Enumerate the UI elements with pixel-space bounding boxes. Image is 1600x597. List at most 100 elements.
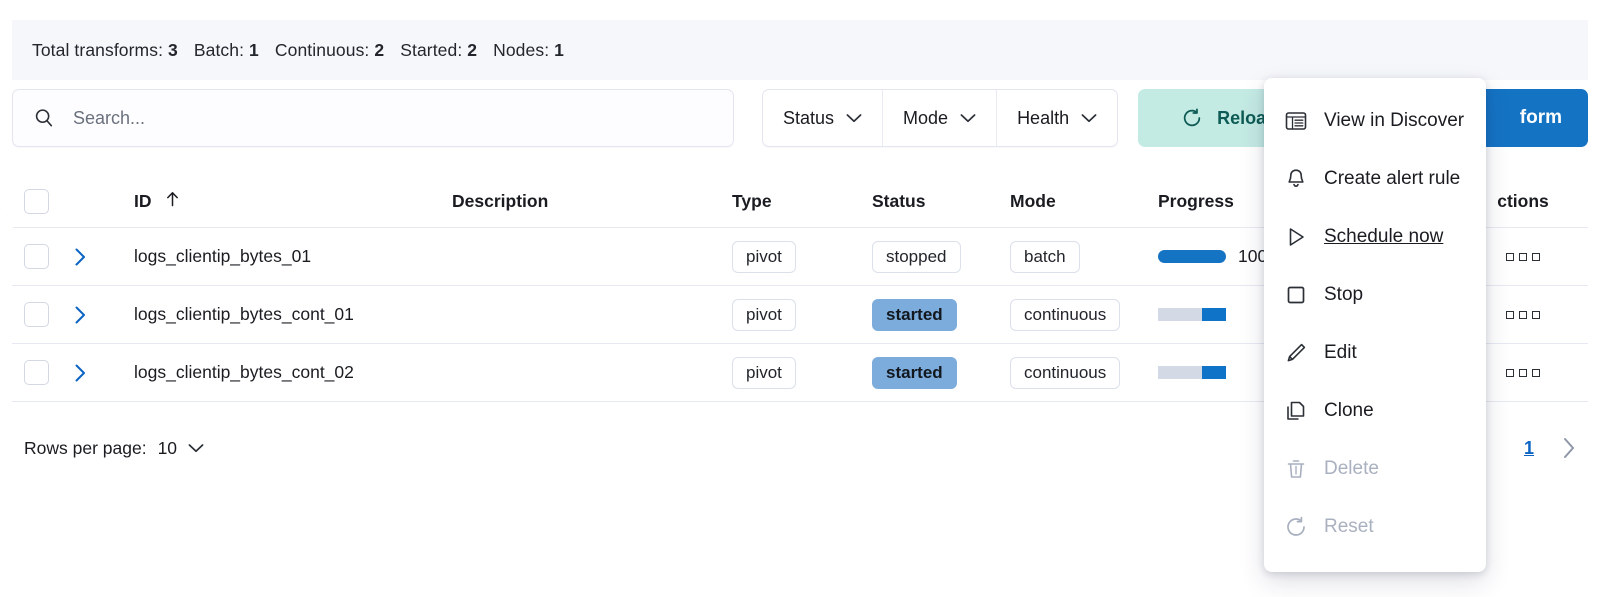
menu-item-edit[interactable]: Edit <box>1264 324 1486 382</box>
stat-label: Continuous: <box>275 40 370 60</box>
refresh-icon <box>1181 107 1203 129</box>
stat-total-transforms: Total transforms: 3 <box>32 40 178 61</box>
menu-item-view-in-discover[interactable]: View in Discover <box>1264 92 1486 150</box>
status-badge: started <box>872 357 957 389</box>
column-header-mode[interactable]: Mode <box>1010 191 1158 212</box>
row-actions-menu-icon[interactable] <box>1506 253 1540 261</box>
stat-value: 3 <box>168 40 178 60</box>
menu-item-schedule-now[interactable]: Schedule now <box>1264 208 1486 266</box>
sort-ascending-icon <box>165 191 180 207</box>
menu-item-stop[interactable]: Stop <box>1264 266 1486 324</box>
row-status-cell: stopped <box>872 241 1010 273</box>
stat-nodes: Nodes: 1 <box>493 40 564 61</box>
row-actions-menu-icon[interactable] <box>1506 311 1540 319</box>
row-expand-cell[interactable] <box>72 246 134 268</box>
menu-item-reset: Reset <box>1264 498 1486 556</box>
play-icon <box>1284 225 1308 249</box>
row-checkbox[interactable] <box>24 302 49 327</box>
mode-badge: batch <box>1010 241 1080 273</box>
search-box[interactable] <box>12 89 734 147</box>
progress-bar <box>1158 250 1226 263</box>
transform-stats-bar: Total transforms: 3 Batch: 1 Continuous:… <box>12 20 1588 80</box>
copy-icon <box>1284 399 1308 423</box>
stop-icon <box>1284 283 1308 307</box>
filter-status-button[interactable]: Status <box>763 90 883 146</box>
chevron-right-icon <box>72 362 89 384</box>
row-checkbox[interactable] <box>24 360 49 385</box>
filter-health-button[interactable]: Health <box>997 90 1117 146</box>
row-expand-cell[interactable] <box>72 304 134 326</box>
row-id: logs_clientip_bytes_cont_02 <box>134 362 452 383</box>
chevron-down-icon <box>846 113 862 123</box>
menu-item-label: Delete <box>1324 458 1379 480</box>
trash-icon <box>1284 457 1308 481</box>
row-select-cell <box>12 302 72 327</box>
row-status-cell: started <box>872 357 1010 389</box>
mode-badge: continuous <box>1010 357 1120 389</box>
type-badge: pivot <box>732 299 796 331</box>
row-actions-popover: View in Discover Create alert rule Sched… <box>1264 78 1486 572</box>
filter-mode-label: Mode <box>903 108 948 129</box>
select-all-cell <box>12 189 72 214</box>
stat-label: Batch: <box>194 40 244 60</box>
stat-label: Nodes: <box>493 40 549 60</box>
stat-value: 2 <box>374 40 384 60</box>
row-type-cell: pivot <box>732 357 872 389</box>
stat-continuous: Continuous: 2 <box>275 40 384 61</box>
row-select-cell <box>12 360 72 385</box>
filter-status-label: Status <box>783 108 834 129</box>
menu-item-create-alert-rule[interactable]: Create alert rule <box>1264 150 1486 208</box>
next-page-icon[interactable] <box>1560 435 1578 461</box>
column-header-description[interactable]: Description <box>452 191 732 212</box>
rows-per-page-button[interactable]: Rows per page: 10 <box>12 437 210 460</box>
mode-badge: continuous <box>1010 299 1120 331</box>
row-expand-cell[interactable] <box>72 362 134 384</box>
filter-mode-button[interactable]: Mode <box>883 90 997 146</box>
stat-value: 1 <box>554 40 564 60</box>
filter-health-label: Health <box>1017 108 1069 129</box>
search-input[interactable] <box>71 107 671 130</box>
select-all-checkbox[interactable] <box>24 189 49 214</box>
column-header-status[interactable]: Status <box>872 191 1010 212</box>
type-badge: pivot <box>732 357 796 389</box>
stat-batch: Batch: 1 <box>194 40 259 61</box>
menu-item-delete: Delete <box>1264 440 1486 498</box>
chevron-right-icon <box>72 304 89 326</box>
row-status-cell: started <box>872 299 1010 331</box>
column-header-type[interactable]: Type <box>732 191 872 212</box>
row-type-cell: pivot <box>732 241 872 273</box>
column-header-id-label: ID <box>134 191 152 211</box>
column-header-id[interactable]: ID <box>134 191 452 212</box>
menu-item-label: Edit <box>1324 342 1357 364</box>
menu-item-label: View in Discover <box>1324 110 1464 132</box>
stat-label: Started: <box>400 40 462 60</box>
menu-item-label: Stop <box>1324 284 1363 306</box>
menu-item-label: Clone <box>1324 400 1374 422</box>
pencil-icon <box>1284 341 1308 365</box>
menu-item-label: Schedule now <box>1324 226 1443 248</box>
chevron-down-icon <box>188 443 204 453</box>
row-id: logs_clientip_bytes_cont_01 <box>134 304 452 325</box>
row-select-cell <box>12 244 72 269</box>
reset-icon <box>1284 515 1308 539</box>
row-checkbox[interactable] <box>24 244 49 269</box>
row-type-cell: pivot <box>732 299 872 331</box>
search-icon <box>33 107 55 129</box>
menu-item-label: Reset <box>1324 516 1374 538</box>
row-mode-cell: continuous <box>1010 357 1158 389</box>
menu-item-clone[interactable]: Clone <box>1264 382 1486 440</box>
progress-bar <box>1158 366 1226 379</box>
row-id: logs_clientip_bytes_01 <box>134 246 452 267</box>
discover-icon <box>1284 109 1308 133</box>
bell-icon <box>1284 167 1308 191</box>
stat-value: 2 <box>467 40 477 60</box>
transforms-page: Total transforms: 3 Batch: 1 Continuous:… <box>0 0 1600 597</box>
rows-per-page-label: Rows per page: <box>24 438 147 459</box>
stat-label: Total transforms: <box>32 40 163 60</box>
stat-value: 1 <box>249 40 259 60</box>
menu-item-label: Create alert rule <box>1324 168 1460 190</box>
row-mode-cell: batch <box>1010 241 1158 273</box>
page-number-1[interactable]: 1 <box>1524 438 1534 459</box>
progress-bar <box>1158 308 1226 321</box>
row-actions-menu-icon[interactable] <box>1506 369 1540 377</box>
